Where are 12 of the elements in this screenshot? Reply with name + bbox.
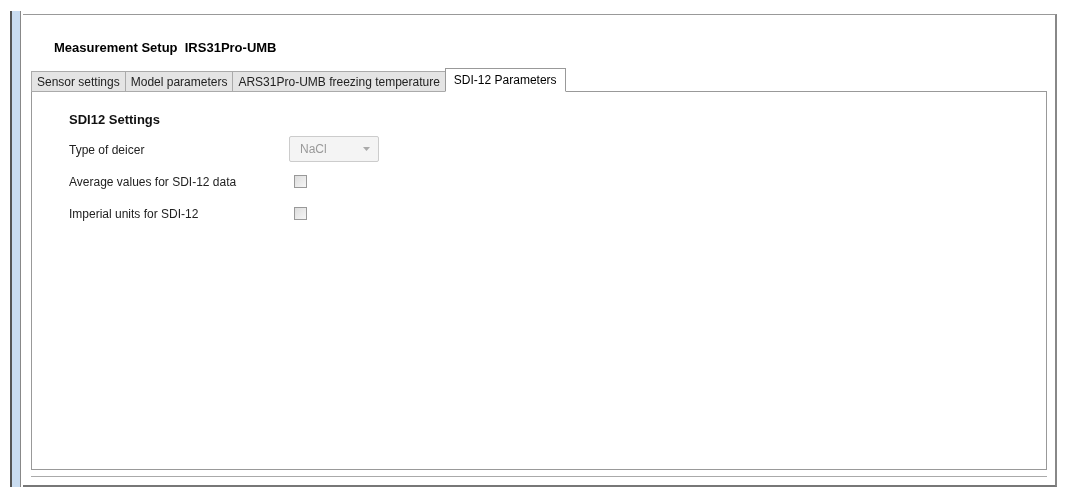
field-label: Type of deicer <box>69 143 145 157</box>
tab[interactable]: ARS31Pro-UMB freezing temperature <box>232 71 446 92</box>
field-label: Imperial units for SDI-12 <box>69 207 199 221</box>
checkbox[interactable] <box>294 174 307 188</box>
field-label: Average values for SDI-12 data <box>69 175 237 189</box>
tab[interactable]: Model parameters <box>124 71 234 92</box>
tab[interactable]: Sensor settings <box>31 71 126 92</box>
checkbox[interactable] <box>294 206 307 220</box>
tab[interactable]: SDI-12 Parameters <box>444 68 566 92</box>
caret-icon <box>363 147 370 151</box>
section-heading: SDI12 Settings <box>69 111 162 128</box>
form-title: Measurement Setup IRS31Pro-UMB <box>54 39 277 56</box>
